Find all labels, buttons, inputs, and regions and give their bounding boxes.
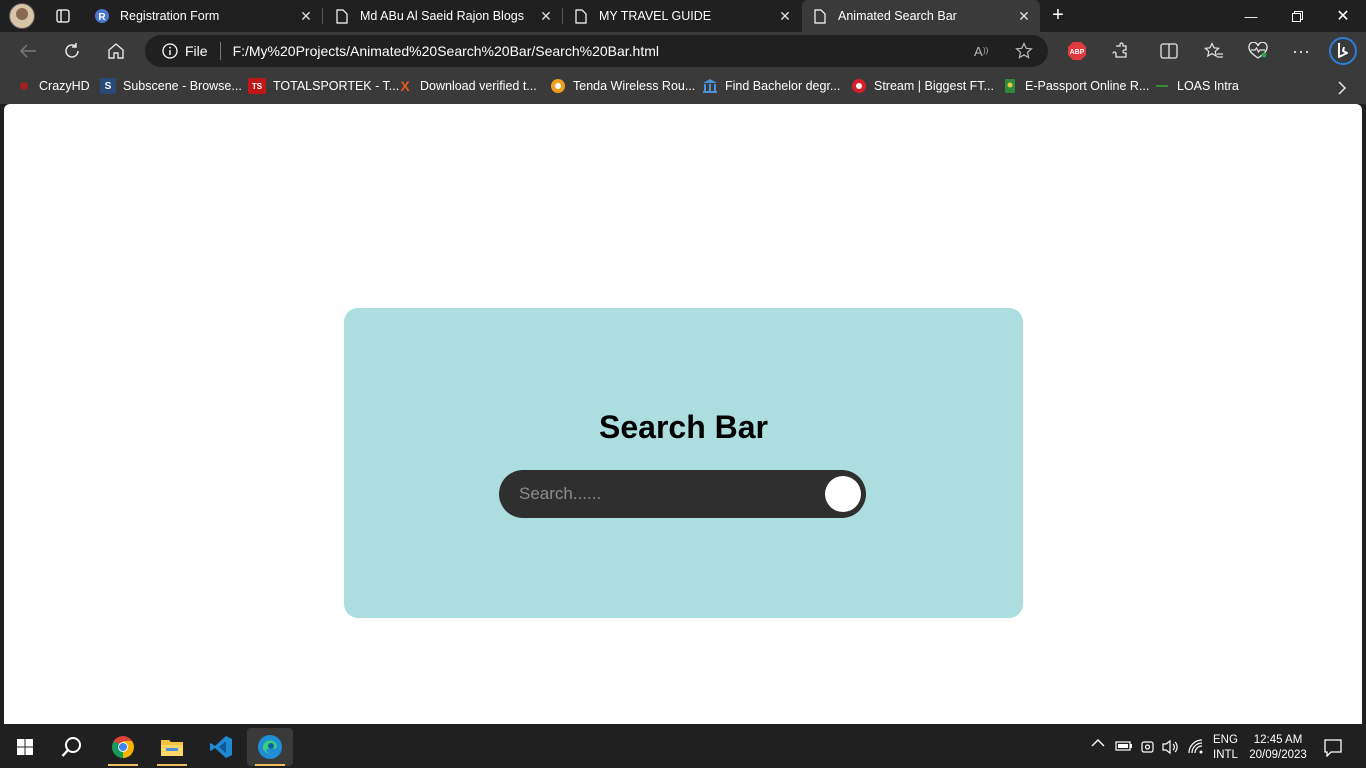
clock-date: 20/09/2023: [1249, 749, 1307, 761]
close-tab-icon[interactable]: ✕: [298, 8, 314, 25]
crazyhd-icon: [16, 78, 32, 94]
bookmark-label: E-Passport Online R...: [1025, 79, 1150, 93]
address-bar[interactable]: File F:/My%20Projects/Animated%20Search%…: [145, 35, 1048, 67]
volume-icon[interactable]: [1162, 739, 1180, 758]
language-code: ENG: [1213, 734, 1238, 746]
bookmark-subscene[interactable]: S Subscene - Browse...: [100, 78, 242, 94]
tab-title: MY TRAVEL GUIDE: [599, 9, 712, 23]
extensions-icon[interactable]: [1107, 37, 1135, 65]
chevron-right-icon[interactable]: [1328, 74, 1356, 102]
close-tab-icon[interactable]: ✕: [1016, 8, 1032, 25]
refresh-icon[interactable]: [58, 37, 86, 65]
bookmark-label: Subscene - Browse...: [123, 79, 242, 93]
tab-title: Registration Form: [120, 9, 220, 23]
running-indicator: [157, 764, 187, 766]
bookmark-crazyhd[interactable]: CrazyHD: [16, 78, 90, 94]
bookmark-loas-intra[interactable]: LOAS Intra: [1154, 78, 1239, 94]
search-icon[interactable]: [49, 728, 95, 766]
page-viewport: Search Bar: [4, 104, 1362, 724]
running-indicator: [108, 764, 138, 766]
favorite-star-icon[interactable]: [1010, 37, 1038, 65]
battery-icon[interactable]: [1115, 740, 1133, 755]
minimize-icon[interactable]: —: [1228, 0, 1274, 32]
favorites-icon[interactable]: [1200, 37, 1228, 65]
wifi-icon[interactable]: [1187, 739, 1205, 758]
clock[interactable]: 12:45 AM 20/09/2023: [1246, 733, 1310, 763]
restore-icon[interactable]: [1274, 0, 1320, 32]
info-icon[interactable]: [161, 42, 179, 60]
bookmark-totalsportek[interactable]: TS TOTALSPORTEK - T...: [248, 78, 399, 94]
bookmark-tenda[interactable]: Tenda Wireless Rou...: [550, 78, 695, 94]
bookmark-label: Tenda Wireless Rou...: [573, 79, 696, 93]
subscene-icon: S: [100, 78, 116, 94]
protocol-label: File: [185, 43, 208, 59]
bookmark-label: TOTALSPORTEK - T...: [273, 79, 400, 93]
bookmark-label: CrazyHD: [39, 79, 90, 93]
tenda-icon: [550, 78, 566, 94]
tab-title: Animated Search Bar: [838, 9, 957, 23]
browser-essentials-icon[interactable]: [1244, 37, 1272, 65]
bookmark-label: LOAS Intra: [1177, 79, 1239, 93]
chrome-icon[interactable]: [100, 728, 146, 766]
page-favicon-icon: [334, 8, 350, 24]
university-icon: [702, 78, 718, 94]
search-card: Search Bar: [344, 308, 1023, 618]
clock-time: 12:45 AM: [1253, 734, 1303, 746]
vscode-icon[interactable]: [198, 728, 244, 766]
search-bar[interactable]: [499, 470, 866, 518]
file-explorer-icon[interactable]: [149, 728, 195, 766]
new-tab-button[interactable]: +: [1046, 4, 1070, 28]
home-icon[interactable]: [102, 37, 130, 65]
page-favicon-icon: [812, 8, 828, 24]
stream-icon: [851, 78, 867, 94]
page-title: Search Bar: [599, 409, 768, 445]
tab-divider: [322, 8, 323, 24]
bookmark-label: Stream | Biggest FT...: [874, 79, 994, 93]
bing-chat-icon[interactable]: [1328, 36, 1358, 66]
bookmark-label: Download verified t...: [420, 79, 537, 93]
tab-rajon-blogs[interactable]: Md ABu Al Saeid Rajon Blogs ✕: [324, 0, 562, 32]
tab-actions-icon[interactable]: [49, 2, 77, 30]
read-aloud-icon[interactable]: A)): [970, 37, 998, 65]
tab-animated-search-bar[interactable]: Animated Search Bar ✕: [802, 0, 1040, 32]
running-indicator: [255, 764, 285, 766]
svg-text:A: A: [974, 44, 983, 59]
notifications-icon[interactable]: [1324, 739, 1342, 760]
bookmark-label: Find Bachelor degr...: [725, 79, 841, 93]
tab-title: Md ABu Al Saeid Rajon Blogs: [360, 9, 524, 23]
input-language[interactable]: ENG INTL: [1213, 733, 1238, 763]
passport-icon: [1002, 78, 1018, 94]
split-screen-icon[interactable]: [1155, 37, 1183, 65]
svg-text:ABP: ABP: [1070, 49, 1085, 56]
bookmark-stream[interactable]: Stream | Biggest FT...: [851, 78, 994, 94]
page-favicon-icon: [573, 8, 589, 24]
bookmark-find-bachelor[interactable]: Find Bachelor degr...: [702, 78, 840, 94]
adblock-plus-icon[interactable]: ABP: [1063, 37, 1091, 65]
keyboard-layout: INTL: [1213, 749, 1238, 761]
x-icon: X: [400, 78, 410, 94]
totalsportek-icon: TS: [248, 78, 266, 94]
loas-icon: [1154, 78, 1170, 94]
meet-now-icon[interactable]: [1140, 739, 1156, 758]
r-favicon-icon: R: [94, 8, 110, 24]
close-tab-icon[interactable]: ✕: [538, 8, 554, 25]
address-divider: [219, 42, 221, 60]
close-window-icon[interactable]: ✕: [1320, 0, 1366, 32]
more-options-icon[interactable]: ···: [1287, 37, 1315, 65]
back-icon[interactable]: [14, 37, 42, 65]
close-tab-icon[interactable]: ✕: [777, 8, 793, 25]
svg-text:R: R: [98, 12, 106, 23]
edge-icon[interactable]: [247, 728, 293, 766]
search-input[interactable]: [519, 480, 809, 508]
search-toggle-button[interactable]: [825, 476, 861, 512]
url-text[interactable]: F:/My%20Projects/Animated%20Search%20Bar…: [233, 43, 659, 59]
bookmark-download-verified[interactable]: X Download verified t...: [397, 78, 537, 94]
bookmark-e-passport[interactable]: E-Passport Online R...: [1002, 78, 1149, 94]
tab-registration-form[interactable]: R Registration Form ✕: [84, 0, 322, 32]
profile-avatar[interactable]: [9, 3, 35, 29]
windows-start-icon[interactable]: [2, 728, 48, 766]
svg-text:)): )): [983, 46, 989, 55]
show-hidden-icons-icon[interactable]: [1091, 738, 1105, 751]
tab-travel-guide[interactable]: MY TRAVEL GUIDE ✕: [563, 0, 801, 32]
